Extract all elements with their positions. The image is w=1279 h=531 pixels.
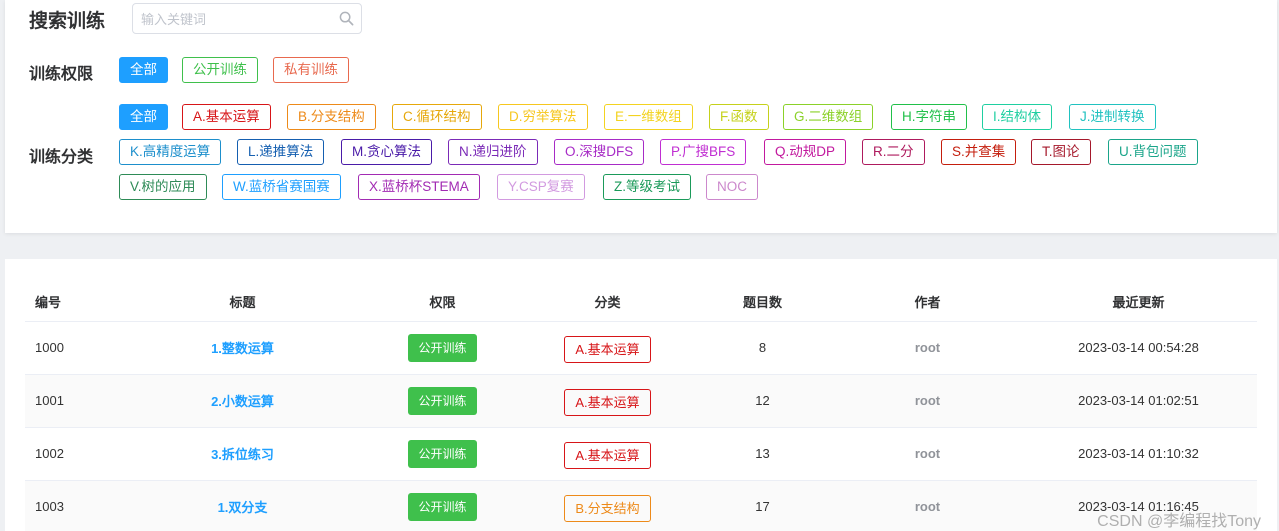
permission-badge[interactable]: 公开训练 — [408, 386, 477, 415]
category-tag-6[interactable]: F.函数 — [709, 104, 769, 130]
category-tag-5[interactable]: E.一维数组 — [604, 104, 693, 130]
cell-permission: 公开训练 — [360, 427, 525, 481]
cell-problem-count: 8 — [690, 321, 835, 375]
category-tag-0[interactable]: 全部 — [119, 104, 168, 130]
category-tag-2[interactable]: B.分支结构 — [287, 104, 376, 130]
column-header-updated: 最近更新 — [1020, 283, 1257, 322]
training-table: 编号 标题 权限 分类 题目数 作者 最近更新 1000 1.整数运算 公开训练 A.… — [25, 283, 1257, 531]
column-header-title: 标题 — [125, 283, 360, 322]
cell-id: 1001 — [25, 374, 125, 428]
cell-problem-count: 17 — [690, 480, 835, 531]
category-tag-17[interactable]: Q.动规DP — [764, 139, 847, 165]
table-row: 1000 1.整数运算 公开训练 A.基本运算 8 root 2023-03-14 00:5… — [25, 321, 1257, 375]
cell-permission: 公开训练 — [360, 374, 525, 428]
column-header-category: 分类 — [525, 283, 690, 322]
table-row: 1002 3.拆位练习 公开训练 A.基本运算 13 root 2023-03-14 01:… — [25, 427, 1257, 481]
training-title-link[interactable]: 3.拆位练习 — [125, 427, 360, 481]
cell-author: root — [835, 427, 1020, 481]
category-tag-11[interactable]: K.高精度运算 — [119, 139, 222, 165]
category-tag-1[interactable]: A.基本运算 — [182, 104, 271, 130]
permission-label: 训练权限 — [29, 66, 94, 83]
cell-problem-count: 13 — [690, 427, 835, 481]
category-label: 训练分类 — [29, 149, 94, 166]
permission-tag-2[interactable]: 私有训练 — [273, 57, 349, 83]
permission-badge[interactable]: 公开训练 — [408, 439, 477, 468]
category-tag-4[interactable]: D.穷举算法 — [498, 104, 588, 130]
cell-updated: 2023-03-14 01:02:51 — [1020, 374, 1257, 428]
cell-updated: 2023-03-14 00:54:28 — [1020, 321, 1257, 375]
category-tag-25[interactable]: Y.CSP复赛 — [497, 174, 585, 200]
csdn-watermark: CSDN @李编程找Tony — [1097, 513, 1261, 530]
column-header-author: 作者 — [835, 283, 1020, 322]
cell-permission: 公开训练 — [360, 480, 525, 531]
training-title-link[interactable]: 2.小数运算 — [125, 374, 360, 428]
category-tag-9[interactable]: I.结构体 — [982, 104, 1053, 130]
search-input[interactable] — [141, 10, 331, 28]
category-tag-26[interactable]: Z.等级考试 — [603, 174, 691, 200]
category-badge[interactable]: B.分支结构 — [564, 494, 651, 522]
training-list-panel: 编号 标题 权限 分类 题目数 作者 最近更新 1000 1.整数运算 公开训练 A.… — [5, 259, 1277, 531]
cell-id: 1000 — [25, 321, 125, 375]
category-tag-19[interactable]: S.并查集 — [941, 139, 1017, 165]
cell-category: A.基本运算 — [525, 321, 690, 375]
category-tag-15[interactable]: O.深搜DFS — [554, 139, 645, 165]
cell-author: root — [835, 480, 1020, 531]
cell-author: root — [835, 374, 1020, 428]
category-tag-3[interactable]: C.循环结构 — [392, 104, 482, 130]
category-tag-16[interactable]: P.广搜BFS — [660, 139, 747, 165]
category-tag-20[interactable]: T.图论 — [1031, 139, 1091, 165]
training-title-link[interactable]: 1.双分支 — [125, 480, 360, 531]
category-tag-18[interactable]: R.二分 — [862, 139, 925, 165]
category-tag-13[interactable]: M.贪心算法 — [341, 139, 432, 165]
category-tag-10[interactable]: J.进制转换 — [1069, 104, 1156, 130]
page-title: 搜索训练 — [29, 11, 106, 32]
cell-permission: 公开训练 — [360, 321, 525, 375]
category-tag-23[interactable]: W.蓝桥省赛国赛 — [222, 174, 341, 200]
category-tag-27[interactable]: NOC — [706, 174, 758, 200]
filter-panel: 搜索训练 训练权限 全部公开训练私有训练 训练分类 全部 A.基本运算 B.分支结构… — [5, 0, 1277, 233]
category-badge[interactable]: A.基本运算 — [564, 388, 651, 416]
cell-id: 1003 — [25, 480, 125, 531]
permission-badge[interactable]: 公开训练 — [408, 333, 477, 362]
training-title-link[interactable]: 1.整数运算 — [125, 321, 360, 375]
cell-category: A.基本运算 — [525, 374, 690, 428]
cell-id: 1002 — [25, 427, 125, 481]
cell-category: A.基本运算 — [525, 427, 690, 481]
column-header-count: 题目数 — [690, 283, 835, 322]
search-icon[interactable] — [339, 11, 354, 26]
category-tag-12[interactable]: L.递推算法 — [237, 139, 325, 165]
category-tag-8[interactable]: H.字符串 — [891, 104, 967, 130]
category-tag-7[interactable]: G.二维数组 — [783, 104, 874, 130]
category-tag-24[interactable]: X.蓝桥杯STEMA — [358, 174, 480, 200]
column-header-id: 编号 — [25, 283, 125, 322]
permission-tag-1[interactable]: 公开训练 — [182, 57, 258, 83]
column-header-permission: 权限 — [360, 283, 525, 322]
table-row: 1001 2.小数运算 公开训练 A.基本运算 12 root 2023-03-14 01:… — [25, 374, 1257, 428]
category-badge[interactable]: A.基本运算 — [564, 335, 651, 363]
category-tag-22[interactable]: V.树的应用 — [119, 174, 207, 200]
category-tag-14[interactable]: N.递归进阶 — [448, 139, 538, 165]
cell-problem-count: 12 — [690, 374, 835, 428]
permission-tag-0[interactable]: 全部 — [119, 57, 168, 83]
permission-badge[interactable]: 公开训练 — [408, 492, 477, 521]
table-header-row: 编号 标题 权限 分类 题目数 作者 最近更新 — [25, 283, 1257, 322]
table-row: 1003 1.双分支 公开训练 B.分支结构 17 root 2023-03-14 01:1… — [25, 480, 1257, 531]
category-tag-21[interactable]: U.背包问题 — [1108, 139, 1198, 165]
cell-updated: 2023-03-14 01:10:32 — [1020, 427, 1257, 481]
category-badge[interactable]: A.基本运算 — [564, 441, 651, 469]
cell-author: root — [835, 321, 1020, 375]
search-box[interactable] — [132, 3, 362, 34]
cell-category: B.分支结构 — [525, 480, 690, 531]
